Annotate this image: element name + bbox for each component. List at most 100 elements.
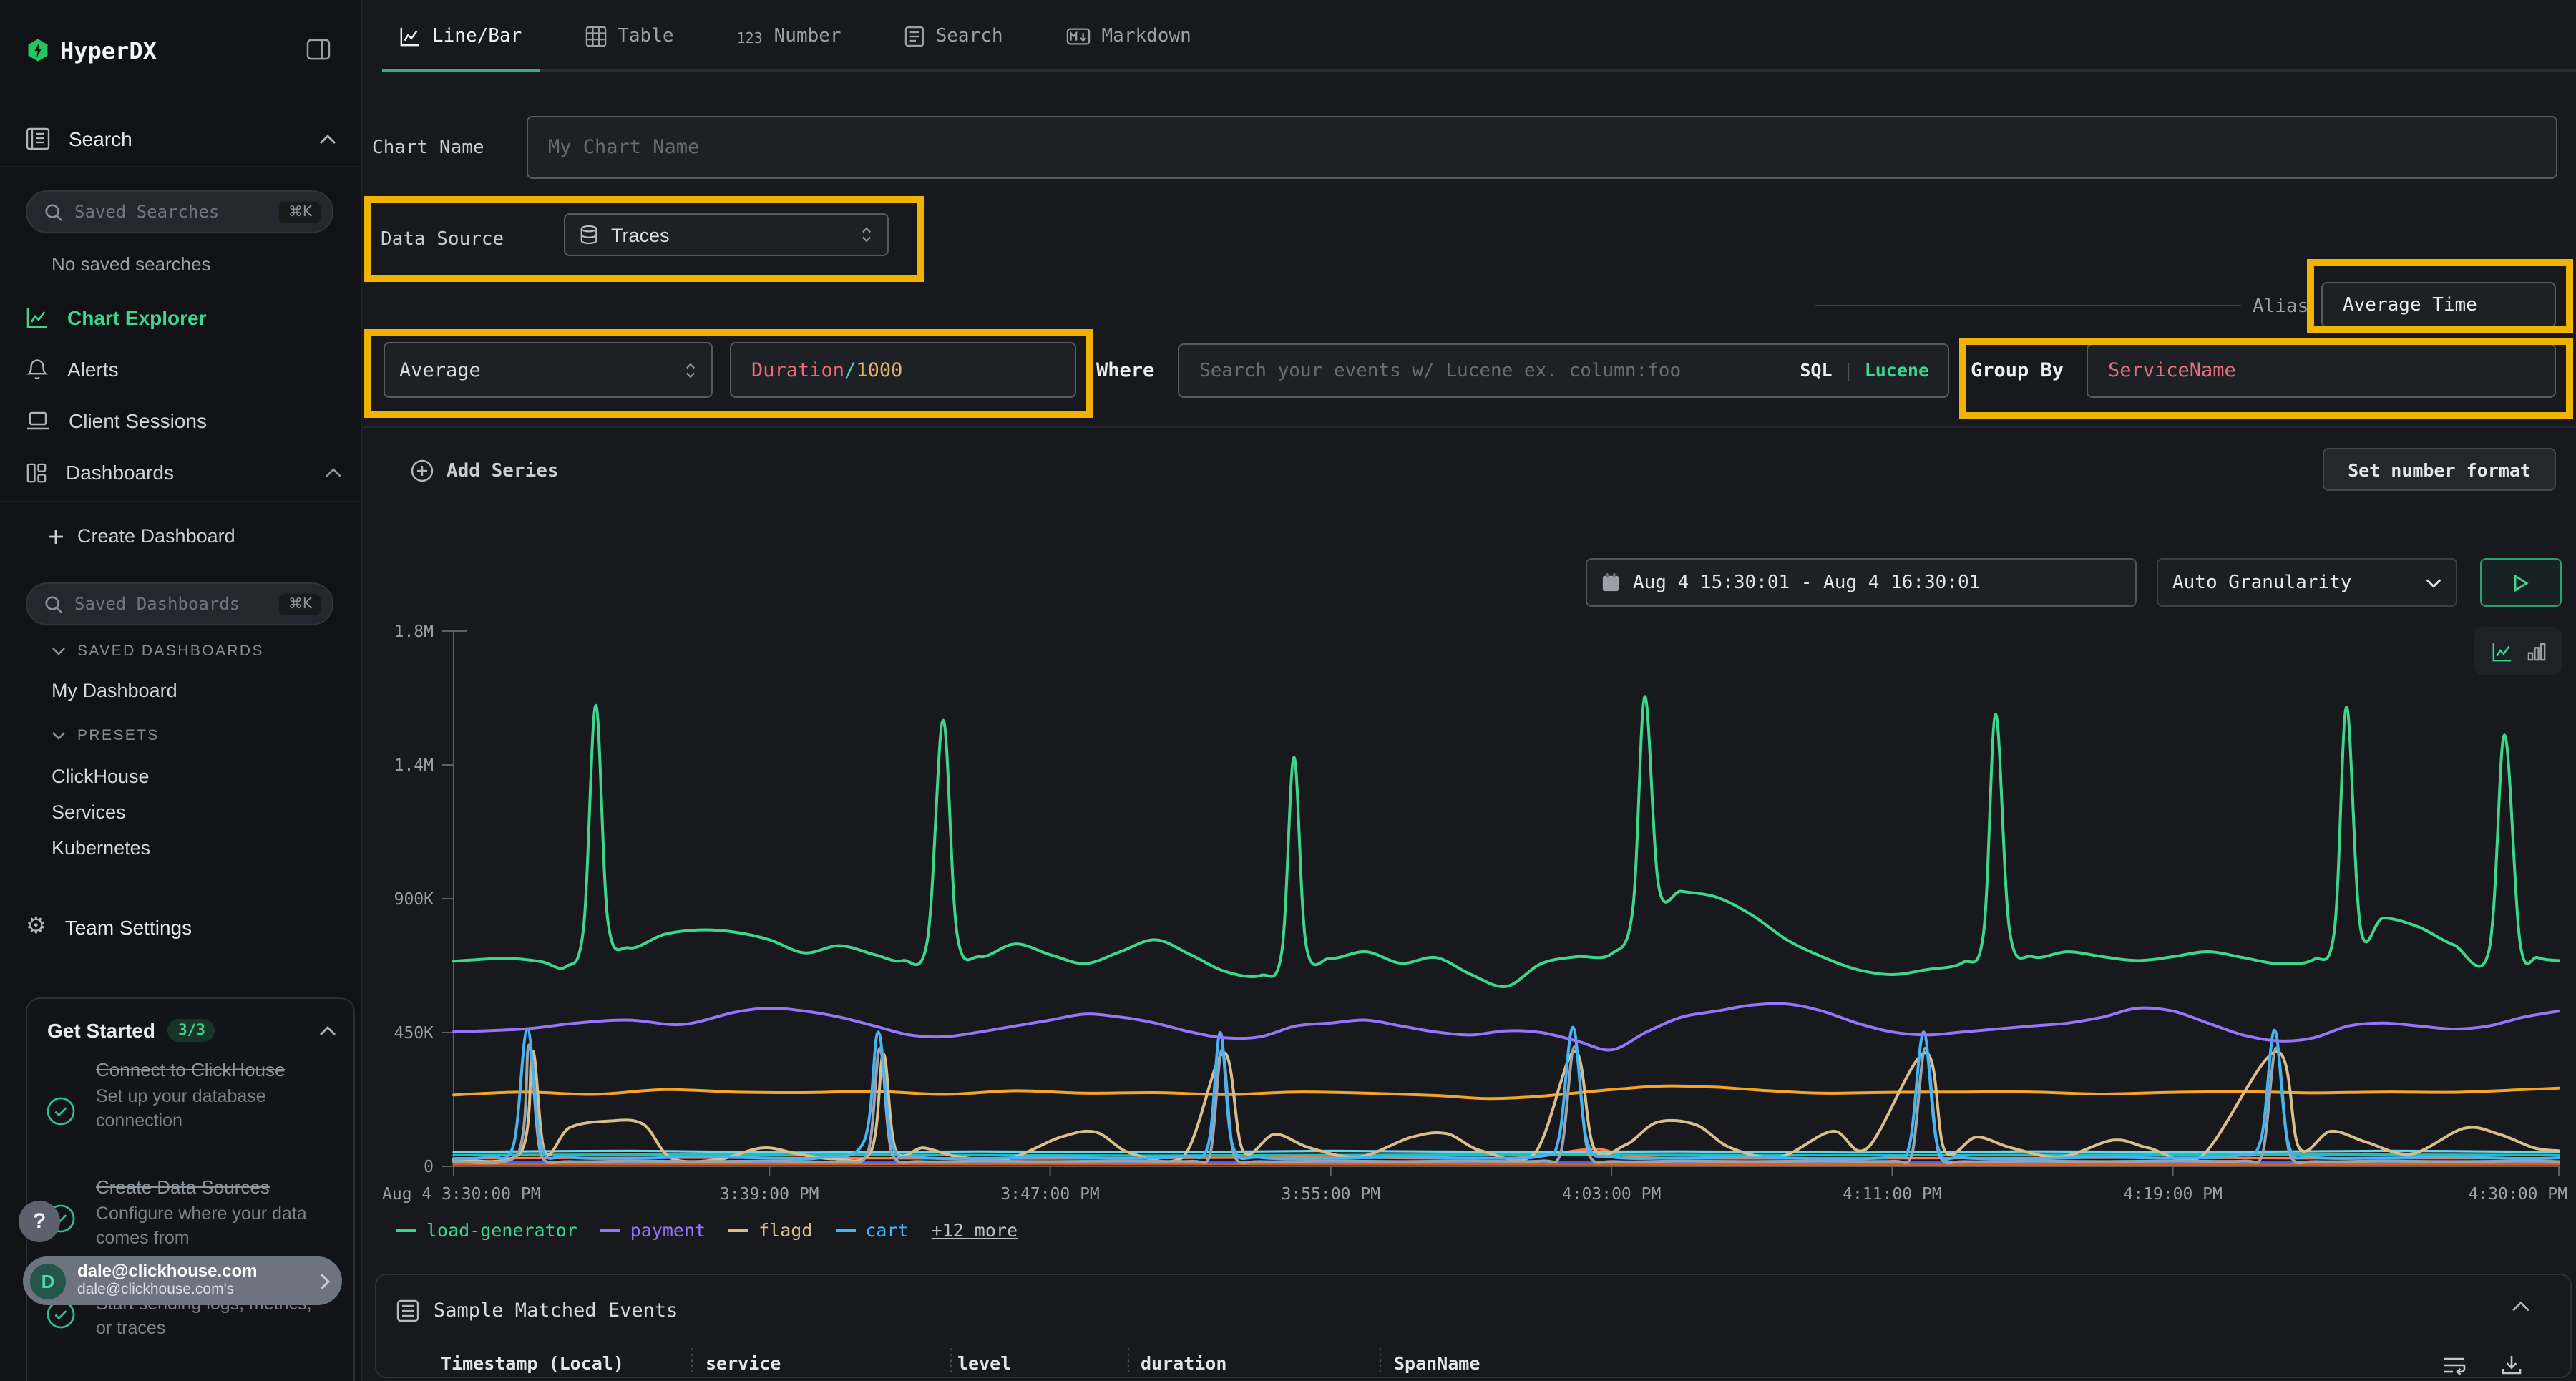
saved-searches-input[interactable]: Saved Searches ⌘K — [26, 190, 333, 233]
line-chart-icon — [399, 25, 421, 47]
sidebar-item-services[interactable]: Services — [52, 794, 150, 830]
gear-icon: ⚙ — [26, 916, 47, 939]
team-settings-item[interactable]: ⚙ Team Settings — [26, 907, 192, 947]
series-unlabeled-4 — [454, 1151, 2559, 1152]
where-label: Where — [1096, 359, 1154, 382]
create-dashboard-button[interactable]: Create Dashboard — [47, 518, 235, 554]
wrap-text-icon[interactable] — [2443, 1355, 2467, 1377]
chart-type-tabs: Line/Bar Table 123Number Search Markdown — [382, 0, 1209, 72]
chevron-up-icon[interactable] — [319, 134, 336, 144]
saved-dashboards-input[interactable]: Saved Dashboards ⌘K — [26, 582, 333, 625]
sidebar-item-client-sessions[interactable]: Client Sessions — [0, 395, 362, 446]
search-icon — [44, 202, 63, 221]
legend-swatch — [396, 1229, 416, 1231]
field-expression-input[interactable]: Duration/1000 — [730, 342, 1076, 398]
chevron-up-icon[interactable] — [325, 467, 342, 477]
series-flagd — [454, 1051, 2559, 1162]
svg-text:4:11:00 PM: 4:11:00 PM — [1843, 1185, 1941, 1204]
chevron-right-icon — [319, 1272, 331, 1290]
timeseries-chart[interactable]: 0450K900K1.4M1.8MAug 4 3:30:00 PM3:39:00… — [372, 613, 2570, 1214]
presets-header[interactable]: PRESETS — [52, 727, 160, 744]
legend-swatch — [600, 1229, 620, 1231]
lucene-toggle[interactable]: Lucene — [1865, 359, 1929, 381]
sidebar: HyperDX Search Saved Searches ⌘K No save… — [0, 0, 362, 1381]
column-resize-handle[interactable]: ⋮⋮ — [684, 1350, 700, 1372]
chart-name-input[interactable] — [527, 116, 2557, 179]
saved-dashboards-header[interactable]: SAVED DASHBOARDS — [52, 643, 264, 660]
data-source-select[interactable]: Traces — [564, 213, 889, 256]
tab-markdown[interactable]: Markdown — [1049, 0, 1209, 72]
chevron-up-icon[interactable] — [319, 1025, 336, 1035]
sidebar-nav: Chart ExplorerAlertsClient SessionsDashb… — [0, 292, 362, 498]
play-icon — [2513, 573, 2529, 592]
group-by-input[interactable] — [2087, 343, 2556, 398]
series-load-generator — [454, 696, 2559, 987]
plus-circle-icon — [411, 459, 434, 482]
help-button[interactable]: ? — [19, 1201, 60, 1242]
user-email: dale@clickhouse.com — [77, 1262, 308, 1281]
legend-swatch — [728, 1229, 748, 1231]
saved-dashboards-list: My Dashboard — [52, 673, 177, 708]
chart-line-icon — [26, 306, 49, 329]
team-settings-label: Team Settings — [65, 916, 192, 939]
alias-input[interactable] — [2321, 282, 2556, 328]
column-header-level[interactable]: level — [957, 1352, 1011, 1374]
run-query-button[interactable] — [2480, 558, 2562, 607]
laptop-icon — [26, 411, 50, 431]
column-header-service[interactable]: service — [706, 1352, 781, 1374]
chevron-updown-icon — [684, 360, 697, 380]
tab-number[interactable]: 123Number — [720, 0, 859, 72]
sidebar-item-clickhouse[interactable]: ClickHouse — [52, 758, 150, 794]
sidebar-item-alerts[interactable]: Alerts — [0, 343, 362, 395]
tab-search[interactable]: Search — [887, 0, 1020, 72]
legend-item-load-generator[interactable]: load-generator — [396, 1219, 577, 1241]
svg-text:3:39:00 PM: 3:39:00 PM — [720, 1185, 819, 1204]
add-series-button[interactable]: Add Series — [411, 455, 559, 487]
collapse-panel-icon[interactable] — [2512, 1301, 2530, 1312]
svg-text:3:55:00 PM: 3:55:00 PM — [1282, 1185, 1380, 1204]
shortcut-badge: ⌘K — [280, 593, 321, 615]
bell-icon — [26, 358, 49, 381]
download-icon[interactable] — [2500, 1354, 2523, 1377]
calendar-icon — [1601, 572, 1620, 592]
data-source-label: Data Source — [381, 229, 504, 250]
tab-line-bar[interactable]: Line/Bar — [382, 0, 539, 72]
sidebar-collapse-icon[interactable] — [306, 39, 331, 60]
get-started-badge: 3/3 — [168, 1019, 215, 1042]
column-resize-handle[interactable]: ⋮⋮ — [1372, 1350, 1388, 1372]
granularity-select[interactable]: Auto Granularity — [2157, 558, 2457, 607]
user-menu[interactable]: D dale@clickhouse.com dale@clickhouse.co… — [23, 1256, 342, 1305]
column-header-timestamp-local-[interactable]: Timestamp (Local) — [441, 1352, 624, 1374]
sample-events-panel: Sample Matched Events Timestamp (Local)s… — [375, 1274, 2572, 1378]
column-header-duration[interactable]: duration — [1141, 1352, 1226, 1374]
set-number-format-button[interactable]: Set number format — [2323, 448, 2556, 491]
avatar: D — [30, 1263, 66, 1299]
legend-item-cart[interactable]: cart — [835, 1219, 908, 1241]
legend-more-link[interactable]: +12 more — [932, 1219, 1018, 1241]
alias-label: Alias — [2253, 296, 2308, 318]
query-language-toggle[interactable]: SQL | Lucene — [1800, 359, 1929, 381]
column-resize-handle[interactable]: ⋮⋮ — [943, 1350, 959, 1372]
get-started-item[interactable]: Create Data Sources Configure where your… — [96, 1176, 318, 1251]
date-range-picker[interactable]: Aug 4 15:30:01 - Aug 4 16:30:01 — [1586, 558, 2137, 607]
list-box-icon — [396, 1299, 419, 1322]
sidebar-item-kubernetes[interactable]: Kubernetes — [52, 830, 150, 866]
saved-dashboards-placeholder: Saved Dashboards — [74, 594, 268, 614]
legend-item-flagd[interactable]: flagd — [728, 1219, 812, 1241]
section-search[interactable]: Search — [26, 120, 336, 157]
tab-table[interactable]: Table — [567, 0, 691, 72]
sidebar-item-my-dashboard[interactable]: My Dashboard — [52, 673, 177, 708]
data-source-value: Traces — [611, 224, 670, 245]
get-started-card: Get Started 3/3 Connect to ClickHouse Se… — [26, 997, 355, 1381]
aggregation-select[interactable]: Average — [384, 342, 713, 398]
column-header-spanname[interactable]: SpanName — [1394, 1352, 1480, 1374]
sidebar-item-chart-explorer[interactable]: Chart Explorer — [0, 292, 362, 343]
get-started-item[interactable]: Connect to ClickHouse Set up your databa… — [96, 1059, 318, 1133]
check-circle-icon — [46, 1096, 76, 1126]
panel-list-icon — [26, 127, 50, 150]
sql-toggle[interactable]: SQL — [1800, 359, 1832, 381]
sidebar-item-dashboards[interactable]: Dashboards — [0, 446, 362, 498]
column-resize-handle[interactable]: ⋮⋮ — [1121, 1350, 1136, 1372]
legend-item-payment[interactable]: payment — [600, 1219, 706, 1241]
group-by-label: Group By — [1971, 359, 2064, 382]
